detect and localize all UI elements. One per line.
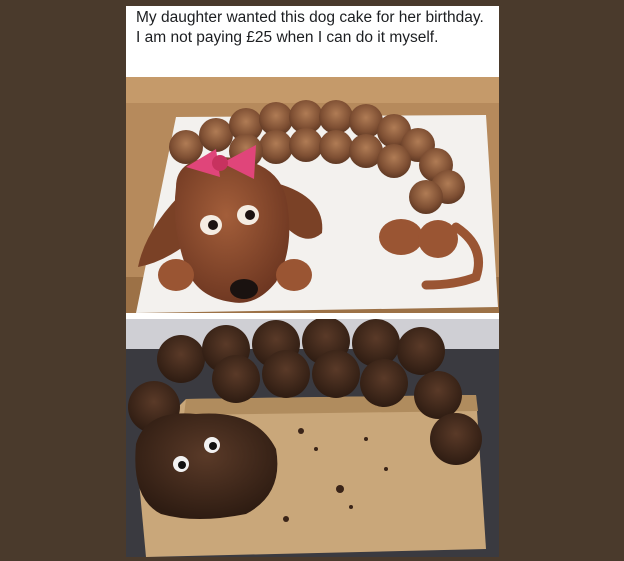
homemade-cake-image xyxy=(126,319,499,557)
dog-nose xyxy=(230,279,258,299)
professional-cake-image xyxy=(126,77,499,313)
lumpy-dog-head xyxy=(135,413,278,519)
front-paw xyxy=(379,219,423,255)
photo-homemade-cake[interactable] xyxy=(126,319,499,557)
photo-professional-cake[interactable] xyxy=(126,77,499,313)
post-caption: My daughter wanted this dog cake for her… xyxy=(136,9,484,46)
social-post: My daughter wanted this dog cake for her… xyxy=(126,6,499,557)
